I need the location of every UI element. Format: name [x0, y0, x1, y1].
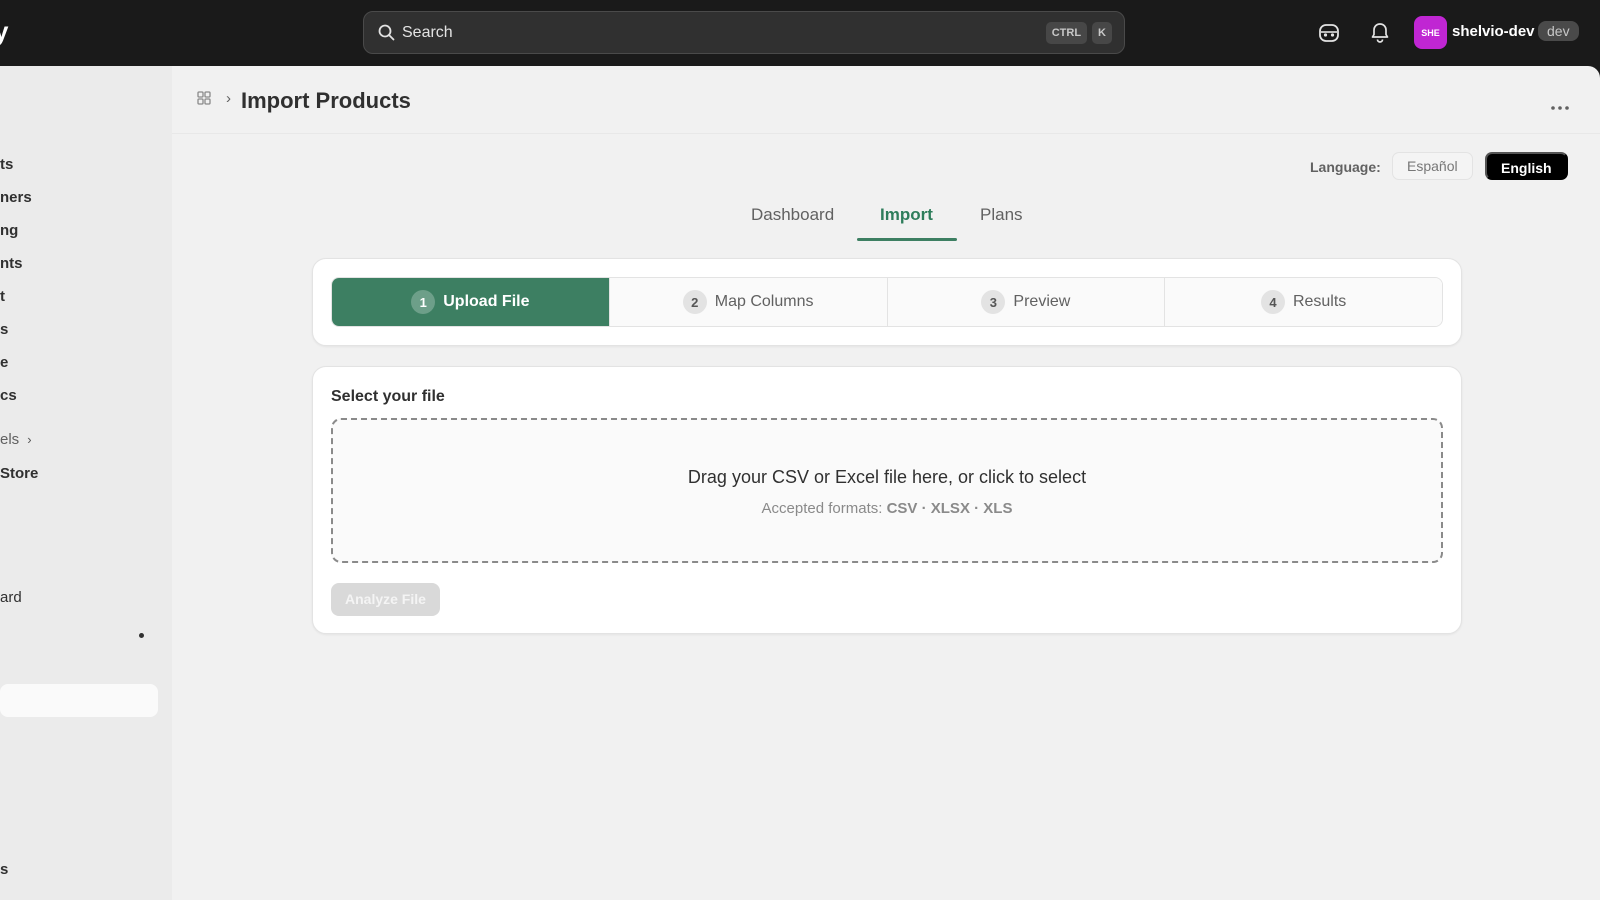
tab-dashboard[interactable]: Dashboard [751, 205, 834, 225]
page-header: › Import Products [172, 66, 1600, 134]
store-avatar[interactable]: SHE [1414, 16, 1447, 49]
search-icon [378, 24, 395, 46]
tab-active-indicator [857, 238, 957, 241]
sidekick-icon[interactable] [1318, 22, 1340, 49]
sidebar-item-app-import[interactable] [0, 684, 158, 717]
more-options-icon[interactable] [1550, 98, 1570, 116]
search-bar[interactable]: Search CTRL K [363, 11, 1125, 54]
tab-import[interactable]: Import [880, 205, 933, 225]
kbd-ctrl: CTRL [1045, 22, 1088, 44]
step-preview[interactable]: 3 Preview [887, 278, 1166, 326]
sidebar-channels-label: els [0, 431, 20, 448]
language-english-button[interactable]: English [1485, 152, 1568, 180]
chevron-right-icon: › [27, 432, 32, 447]
language-label: Language: [1310, 159, 1381, 175]
sidebar-item-online-store[interactable]: Store [0, 465, 38, 482]
accepted-formats: Accepted formats: CSV · XLSX · XLS [333, 500, 1441, 517]
breadcrumb-separator-icon: › [226, 90, 231, 107]
step-label: Map Columns [714, 293, 814, 310]
sidebar-item-markets[interactable]: s [0, 321, 8, 338]
import-stepper: 1 Upload File 2 Map Columns 3 Preview 4 … [331, 277, 1443, 327]
step-map-columns[interactable]: 2 Map Columns [609, 278, 888, 326]
sidebar-item-customers[interactable]: ners [0, 189, 32, 206]
store-badge: dev [1538, 21, 1579, 41]
store-name[interactable]: shelvio-dev [1452, 23, 1535, 40]
top-bar: y Search CTRL K SHE shelvio-dev dev [0, 0, 1600, 66]
sidebar-item-finance[interactable]: e [0, 354, 8, 371]
select-file-label: Select your file [331, 388, 445, 405]
sidebar-item-sales-channels[interactable]: els › [0, 431, 32, 448]
apps-icon[interactable] [196, 90, 212, 111]
sidebar-item-analytics[interactable]: cs [0, 387, 17, 404]
step-label: Results [1292, 293, 1347, 310]
step-number: 2 [682, 290, 707, 314]
sidebar-item-app-dashboard[interactable]: ard [0, 589, 22, 606]
sidebar-item-discounts[interactable]: nts [0, 255, 23, 272]
analyze-file-button[interactable]: Analyze File [331, 583, 440, 616]
step-label: Upload File [443, 293, 530, 310]
file-dropzone[interactable]: Drag your CSV or Excel file here, or cli… [331, 418, 1443, 563]
formats-list: CSV · XLSX · XLS [886, 500, 1013, 517]
step-upload-file[interactable]: 1 Upload File [332, 278, 610, 326]
brand-logo[interactable]: y [0, 16, 8, 47]
dropzone-title: Drag your CSV or Excel file here, or cli… [687, 467, 1087, 487]
step-label: Preview [1013, 293, 1071, 310]
step-number: 4 [1260, 290, 1285, 314]
sidebar: ts ners ng nts t s e cs els › Store ard s [0, 66, 172, 900]
step-number: 1 [411, 290, 436, 314]
sidebar-item-settings[interactable]: s [0, 861, 8, 878]
formats-prefix: Accepted formats: [761, 500, 883, 517]
search-placeholder: Search [402, 24, 453, 41]
sidebar-item-content[interactable]: t [0, 288, 5, 305]
sidebar-item-marketing[interactable]: ng [0, 222, 18, 239]
tab-plans[interactable]: Plans [980, 205, 1023, 225]
search-shortcut: CTRL K [1045, 22, 1112, 44]
app-dot-icon [139, 633, 144, 638]
bell-icon[interactable] [1370, 22, 1390, 49]
sidebar-item-products[interactable]: ts [0, 156, 13, 173]
step-results[interactable]: 4 Results [1165, 278, 1442, 326]
step-number: 3 [981, 290, 1006, 314]
kbd-k: K [1092, 22, 1112, 44]
page-title: Import Products [241, 88, 411, 113]
language-espanol-button[interactable]: Español [1392, 152, 1473, 180]
